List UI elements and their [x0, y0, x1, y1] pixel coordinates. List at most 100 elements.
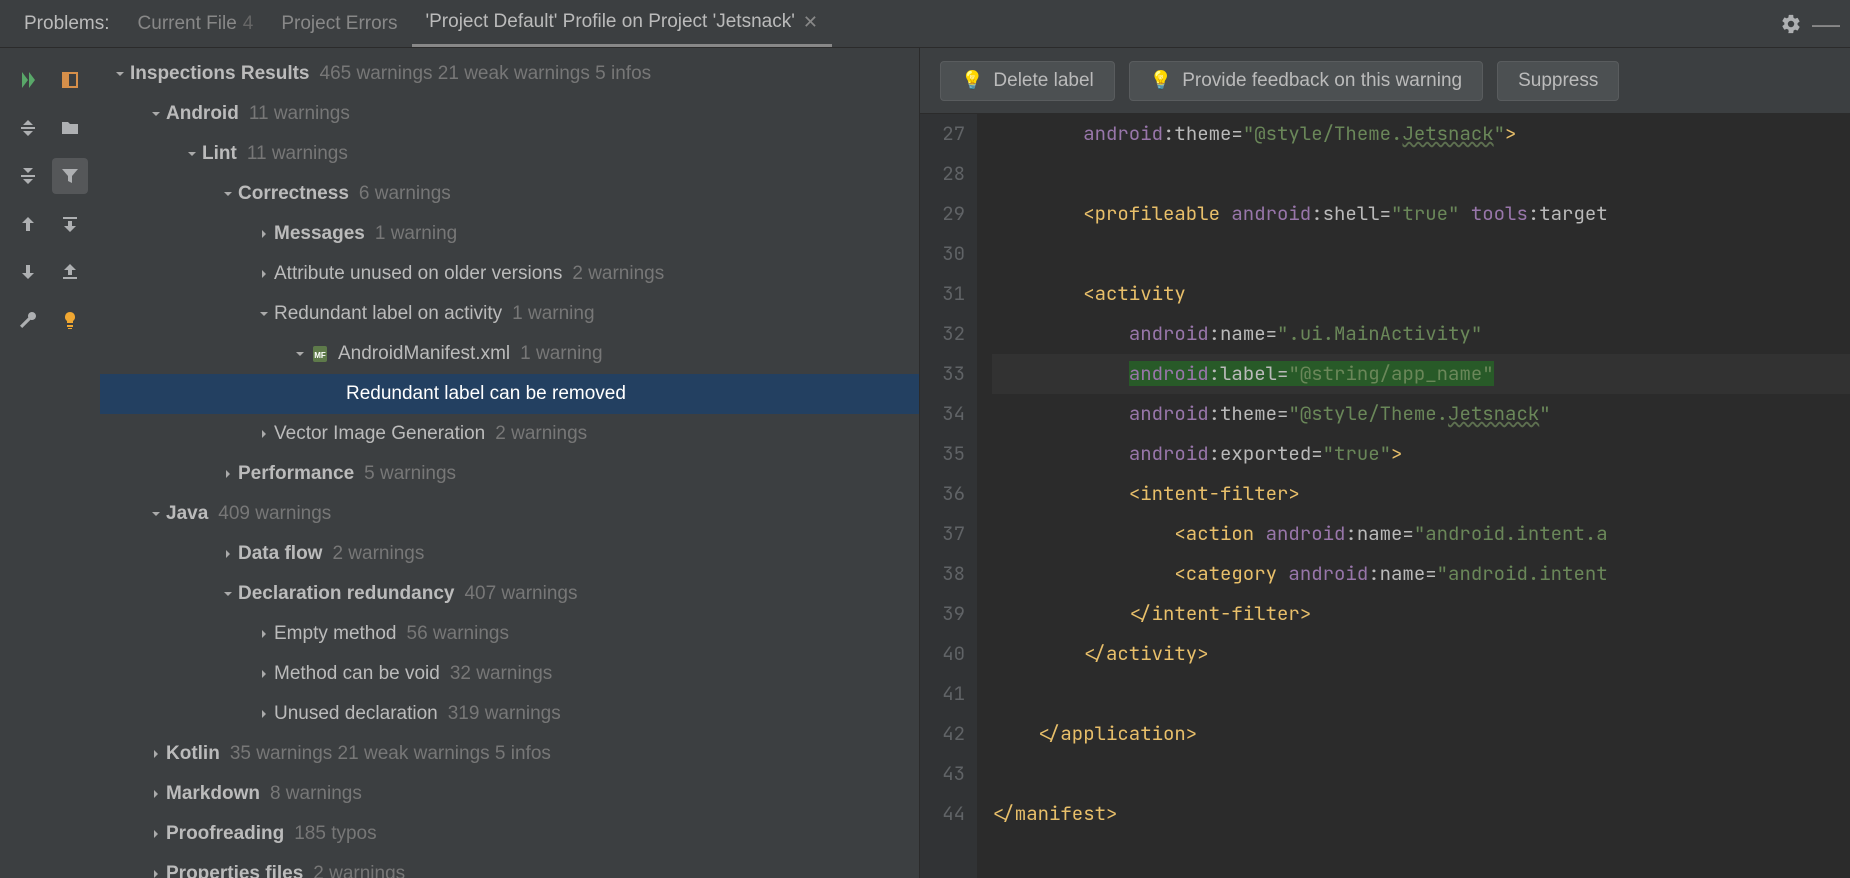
play-icon [18, 70, 38, 90]
tab-current-file-label: Current File [138, 13, 237, 35]
bulb-icon [60, 310, 80, 330]
tree-item[interactable]: Redundant label on activity 1 warning [100, 294, 919, 334]
tree-item-label: Redundant label can be removed [346, 383, 626, 405]
tree-item-count: 32 warnings [450, 663, 552, 685]
tree-item-count: 35 warnings 21 weak warnings 5 infos [230, 743, 551, 765]
highlight-button[interactable] [52, 62, 88, 98]
code-line[interactable] [992, 674, 1850, 714]
tree-item[interactable]: Kotlin 35 warnings 21 weak warnings 5 in… [100, 734, 919, 774]
feedback-button[interactable]: 💡 Provide feedback on this warning [1129, 61, 1483, 101]
code-line[interactable]: <activity [992, 274, 1850, 314]
inspections-tree[interactable]: Inspections Results 465 warnings 21 weak… [100, 48, 920, 878]
code-line[interactable]: <action android:name="android.intent.a [992, 514, 1850, 554]
tab-project-errors[interactable]: Project Errors [267, 0, 411, 47]
code-line[interactable]: </application> [992, 714, 1850, 754]
tab-project-errors-label: Project Errors [281, 13, 397, 35]
export-button[interactable] [52, 254, 88, 290]
code-line[interactable]: </activity> [992, 634, 1850, 674]
prev-button[interactable] [10, 206, 46, 242]
line-number: 32 [920, 314, 965, 354]
tree-item[interactable]: Correctness 6 warnings [100, 174, 919, 214]
problems-toolbar [0, 48, 100, 878]
chevron-right-icon [218, 548, 238, 560]
tree-item[interactable]: Declaration redundancy 407 warnings [100, 574, 919, 614]
tree-item[interactable]: Markdown 8 warnings [100, 774, 919, 814]
tree-root[interactable]: Inspections Results 465 warnings 21 weak… [100, 54, 919, 94]
code-line[interactable]: android:theme="@style/Theme.Jetsnack"> [992, 114, 1850, 154]
line-number: 38 [920, 554, 965, 594]
chevron-right-icon [146, 748, 166, 760]
tab-profile-label: 'Project Default' Profile on Project 'Je… [426, 11, 795, 33]
code-line[interactable]: </manifest> [992, 794, 1850, 834]
tab-current-file[interactable]: Current File 4 [124, 0, 268, 47]
wrench-icon [18, 310, 38, 330]
code-line[interactable]: android:exported="true"> [992, 434, 1850, 474]
code-line[interactable] [992, 234, 1850, 274]
line-number: 39 [920, 594, 965, 634]
chevron-down-icon [182, 148, 202, 160]
minimize-button[interactable]: — [1812, 8, 1840, 40]
tree-item-label: Java [166, 503, 208, 525]
tree-item-label: Messages [274, 223, 365, 245]
wrench-button[interactable] [10, 302, 46, 338]
chevron-right-icon [146, 868, 166, 878]
rerun-button[interactable] [10, 62, 46, 98]
suppress-button[interactable]: Suppress [1497, 61, 1619, 101]
line-number: 44 [920, 794, 965, 834]
tree-root-count: 465 warnings 21 weak warnings 5 infos [320, 63, 652, 85]
code-line[interactable]: <profileable android:shell="true" tools:… [992, 194, 1850, 234]
delete-label-button[interactable]: 💡 Delete label [940, 61, 1115, 101]
code-lines[interactable]: android:theme="@style/Theme.Jetsnack"> <… [978, 114, 1850, 878]
tab-profile[interactable]: 'Project Default' Profile on Project 'Je… [412, 0, 832, 47]
tree-item[interactable]: Attribute unused on older versions 2 war… [100, 254, 919, 294]
line-number: 31 [920, 274, 965, 314]
chevron-right-icon [254, 628, 274, 640]
expand-all-button[interactable] [10, 110, 46, 146]
code-line[interactable]: </intent-filter> [992, 594, 1850, 634]
tree-item[interactable]: Data flow 2 warnings [100, 534, 919, 574]
import-button[interactable] [52, 206, 88, 242]
code-line[interactable]: android:label="@string/app_name" [992, 354, 1850, 394]
code-line[interactable]: android:theme="@style/Theme.Jetsnack" [992, 394, 1850, 434]
code-line[interactable] [992, 754, 1850, 794]
tree-item-count: 2 warnings [495, 423, 587, 445]
tree-item[interactable]: Messages 1 warning [100, 214, 919, 254]
tree-item[interactable]: Java 409 warnings [100, 494, 919, 534]
tree-item[interactable]: Lint 11 warnings [100, 134, 919, 174]
tree-item[interactable]: Proofreading 185 typos [100, 814, 919, 854]
gear-icon [1780, 13, 1802, 35]
tree-item-label: Android [166, 103, 239, 125]
close-icon[interactable]: ✕ [803, 12, 818, 33]
bulb-icon: 💡 [961, 70, 983, 91]
collapse-all-button[interactable] [10, 158, 46, 194]
next-button[interactable] [10, 254, 46, 290]
tree-item[interactable]: Empty method 56 warnings [100, 614, 919, 654]
tree-item[interactable]: Unused declaration 319 warnings [100, 694, 919, 734]
settings-button[interactable] [1780, 13, 1802, 35]
tree-item[interactable]: Method can be void 32 warnings [100, 654, 919, 694]
arrow-up-icon [18, 214, 38, 234]
open-preview-button[interactable] [52, 110, 88, 146]
code-line[interactable]: <category android:name="android.intent [992, 554, 1850, 594]
code-line[interactable] [992, 154, 1850, 194]
line-number: 28 [920, 154, 965, 194]
tree-item[interactable]: Android 11 warnings [100, 94, 919, 134]
tree-item[interactable]: Redundant label can be removed [100, 374, 919, 414]
line-number: 36 [920, 474, 965, 514]
chevron-right-icon [254, 668, 274, 680]
intention-button[interactable] [52, 302, 88, 338]
tree-item[interactable]: Performance 5 warnings [100, 454, 919, 494]
filter-button[interactable] [52, 158, 88, 194]
chevron-right-icon [146, 788, 166, 800]
gutter: 272829303132333435363738394041424344 [920, 114, 978, 878]
line-number: 42 [920, 714, 965, 754]
tree-root-label: Inspections Results [130, 63, 310, 85]
tree-item[interactable]: MF AndroidManifest.xml 1 warning [100, 334, 919, 374]
tree-item[interactable]: Properties files 2 warnings [100, 854, 919, 878]
code-line[interactable]: <intent-filter> [992, 474, 1850, 514]
chevron-right-icon [254, 708, 274, 720]
code-line[interactable]: android:name=".ui.MainActivity" [992, 314, 1850, 354]
tree-item[interactable]: Vector Image Generation 2 warnings [100, 414, 919, 454]
tree-item-label: Performance [238, 463, 354, 485]
tree-item-count: 6 warnings [359, 183, 451, 205]
